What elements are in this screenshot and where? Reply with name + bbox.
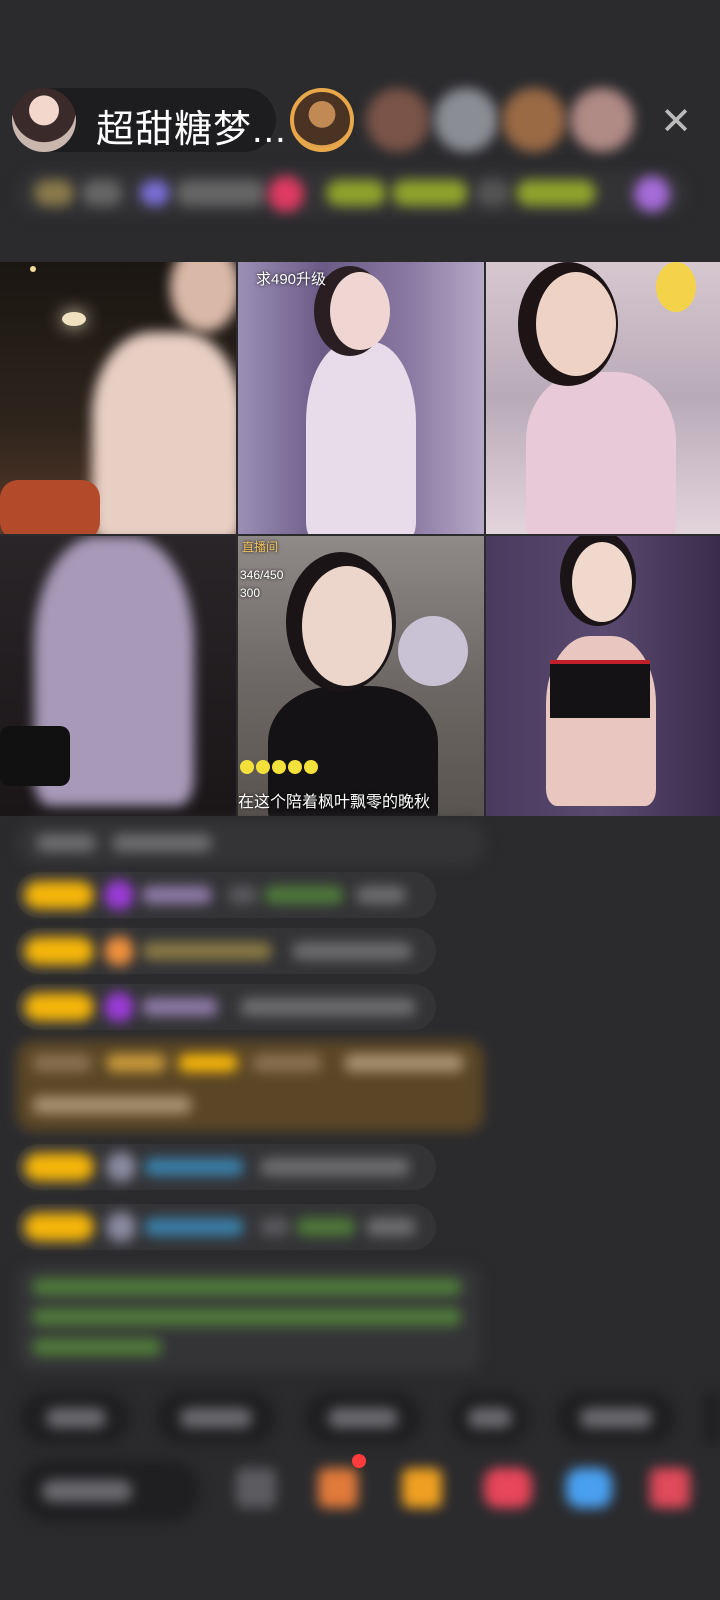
streamer-body	[526, 372, 676, 534]
lamp-glow	[62, 312, 86, 326]
tag-chip-4	[516, 180, 596, 206]
streamer-head	[330, 272, 390, 350]
gift-icon[interactable]	[318, 1468, 358, 1508]
tag-chip-1	[326, 180, 386, 206]
viewer-avatar-4[interactable]	[502, 88, 566, 152]
quick-reply-4[interactable]	[450, 1392, 530, 1444]
level-badge	[24, 993, 94, 1021]
notification-dot	[352, 1454, 366, 1468]
video-tile-1[interactable]	[0, 262, 236, 534]
video-grid: 求490升级 直播间 346/450 300 在这个陪着枫叶飘零的晚秋	[0, 262, 720, 816]
level-badge	[24, 937, 94, 965]
streamer-head	[572, 542, 632, 622]
viewer-avatar-3[interactable]	[434, 88, 498, 152]
video-tile-2[interactable]: 求490升级	[238, 262, 484, 534]
level-badge	[24, 1153, 94, 1181]
chat-message-1	[16, 820, 486, 866]
video-tile-3[interactable]	[486, 262, 720, 534]
fans-text	[176, 180, 266, 206]
chat-message-highlight	[16, 1040, 484, 1132]
flower-decor	[656, 262, 696, 312]
tile-progress-2: 300	[240, 586, 261, 600]
quick-reply-5[interactable]	[556, 1392, 676, 1444]
red-icon[interactable]	[650, 1468, 690, 1508]
streamer-body	[92, 332, 236, 534]
video-tile-4[interactable]	[0, 536, 236, 816]
quick-reply-6[interactable]	[704, 1392, 720, 1444]
couch	[0, 480, 100, 534]
chat-message-6	[16, 1204, 436, 1250]
game-icon[interactable]	[484, 1468, 532, 1508]
system-notice	[16, 1264, 482, 1372]
streamer-body	[306, 342, 416, 534]
tile-subtitle: 在这个陪着枫叶飘零的晚秋	[238, 794, 431, 811]
rank-chip[interactable]	[34, 180, 74, 206]
follow-icon[interactable]	[268, 176, 304, 212]
streamer-head	[536, 272, 616, 376]
gem-icon	[106, 1212, 136, 1242]
quick-reply-3[interactable]	[304, 1392, 422, 1444]
tile-progress: 346/450	[240, 568, 284, 582]
fans-icon[interactable]	[140, 180, 170, 206]
chat-input[interactable]	[20, 1460, 200, 1522]
fan-icon[interactable]	[402, 1468, 442, 1508]
video-tile-6[interactable]	[486, 536, 720, 816]
tag-chip-3	[476, 180, 510, 206]
host-avatar[interactable]	[12, 88, 76, 152]
chat-message-5	[16, 1144, 436, 1190]
streamer-head	[302, 566, 392, 686]
viewer-avatar-2[interactable]	[366, 88, 430, 152]
streamer-head	[170, 262, 236, 332]
chat-message-3	[16, 928, 436, 974]
level-badge	[24, 881, 94, 909]
host-name[interactable]: 超甜糖梦...	[96, 98, 287, 153]
emoji-icon[interactable]	[236, 1468, 276, 1508]
video-tile-5[interactable]: 直播间 346/450 300 在这个陪着枫叶飘零的晚秋	[238, 536, 484, 816]
blue-icon[interactable]	[566, 1468, 612, 1508]
viewer-avatar-1[interactable]	[290, 88, 354, 152]
gem-icon	[104, 936, 134, 966]
top-garment	[550, 660, 650, 718]
level-badge	[24, 1213, 94, 1241]
tile-caption-top: 直播间	[242, 540, 279, 554]
rank-text	[82, 180, 122, 206]
chat-message-4	[16, 984, 436, 1030]
quick-reply-2[interactable]	[156, 1392, 276, 1444]
more-icon[interactable]	[634, 176, 670, 212]
close-icon[interactable]: ✕	[654, 100, 698, 144]
balloon-decor	[398, 616, 468, 686]
quick-reply-1[interactable]	[20, 1392, 130, 1444]
chat-message-2	[16, 872, 436, 918]
lamp-light	[30, 266, 36, 272]
camera-object	[0, 726, 70, 786]
gem-icon	[106, 1152, 136, 1182]
dot-row	[240, 760, 318, 779]
tile-caption: 求490升级	[256, 271, 327, 288]
tag-chip-2	[392, 180, 468, 206]
gem-icon	[104, 992, 134, 1022]
viewer-avatar-5[interactable]	[570, 88, 634, 152]
gem-icon	[104, 880, 134, 910]
